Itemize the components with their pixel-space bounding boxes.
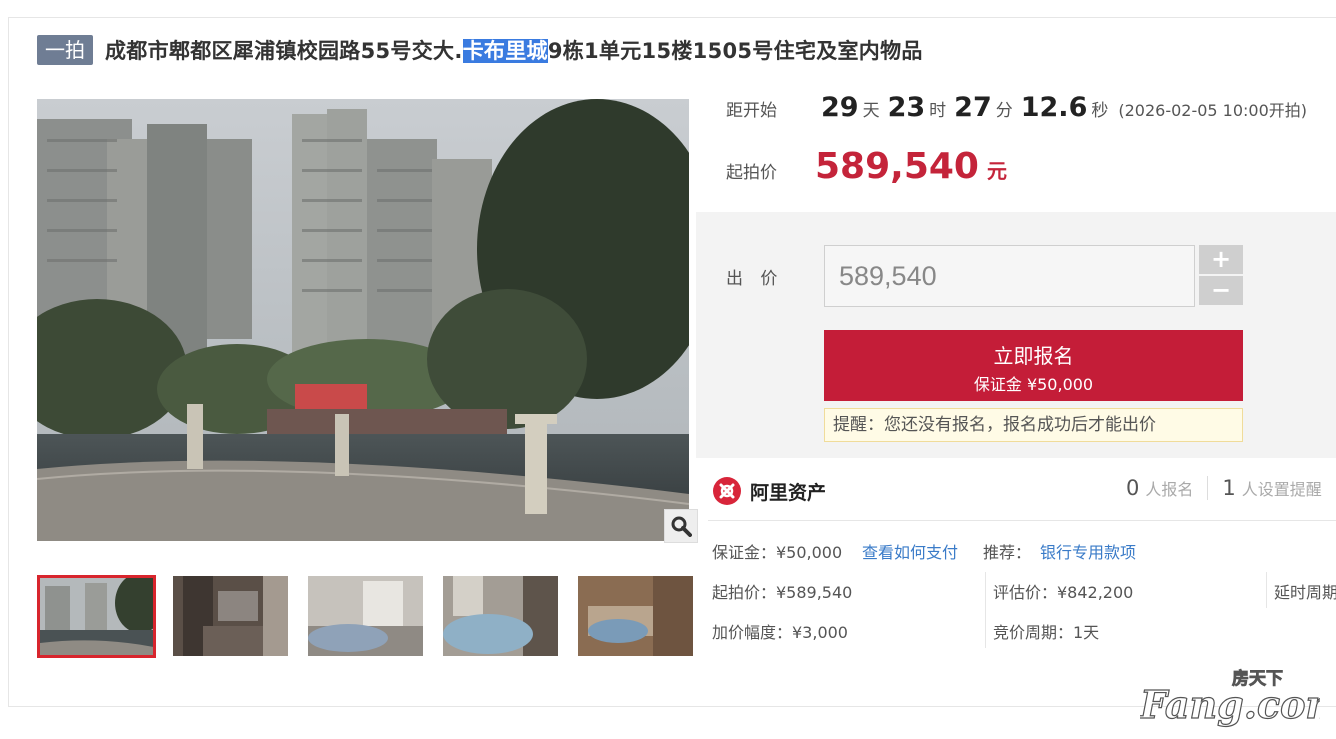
fang-watermark: 房天下 Fang.com [1138, 664, 1336, 732]
signup-count: 0 [1126, 476, 1140, 500]
thumbnail-3[interactable] [308, 576, 423, 656]
countdown-minutes-unit: 分 [995, 101, 1013, 121]
thumbnail-strip [37, 575, 713, 658]
bid-panel: 出 价 589,540 + − 立即报名 保证金 ¥50,000 提醒：您还没有… [696, 212, 1336, 458]
main-photo[interactable] [37, 99, 689, 541]
thumbnail-image [173, 576, 288, 656]
divider [1266, 572, 1267, 608]
countdown-days: 29 [821, 92, 859, 123]
title-row: 一拍 成都市郫都区犀浦镇校园路55号交大.卡布里城9栋1单元15楼1505号住宅… [37, 33, 923, 67]
magnifier-icon [671, 516, 692, 537]
countdown: 距开始 29 天 23 时 27 分 12.6 秒 (2026-02-05 10… [726, 92, 1307, 123]
thumbnail-4[interactable] [443, 576, 558, 656]
countdown-label: 距开始 [726, 101, 777, 121]
brand-name: 阿里资产 [750, 481, 827, 504]
start-price-value: 589,540 [815, 146, 979, 187]
ali-assets-logo-icon [713, 477, 741, 505]
thumbnail-image [578, 576, 693, 656]
start-price: 起拍价 589,540 元 [726, 146, 1007, 187]
start-price-info: 起拍价：¥589,540 [712, 583, 853, 602]
countdown-minutes: 27 [954, 92, 992, 123]
title-suffix: 9栋1单元15楼1505号住宅及室内物品 [547, 39, 923, 63]
signup-label: 立即报名 [993, 344, 1074, 368]
signup-reminder: 提醒：您还没有报名，报名成功后才能出价 [824, 408, 1243, 442]
thumbnail-2[interactable] [173, 576, 288, 656]
participation-counts: 0 人报名 1 人设置提醒 [1126, 476, 1322, 500]
countdown-seconds-unit: 秒 [1091, 101, 1109, 121]
title-prefix: 成都市郫都区犀浦镇校园路55号交大. [105, 39, 463, 63]
start-price-unit: 元 [986, 159, 1007, 183]
increase-bid-button[interactable]: + [1199, 245, 1243, 274]
countdown-seconds: 12.6 [1020, 92, 1088, 123]
divider [1207, 476, 1209, 500]
divider [985, 572, 986, 648]
title-highlight: 卡布里城 [462, 39, 548, 63]
countdown-days-unit: 天 [862, 101, 880, 121]
cycle-info: 竞价周期：1天 [993, 623, 1100, 642]
signup-button[interactable]: 立即报名 保证金 ¥50,000 [824, 330, 1243, 401]
how-to-pay-link[interactable]: 查看如何支付 [862, 539, 958, 563]
countdown-hours-unit: 时 [929, 101, 947, 121]
decrease-bid-button[interactable]: − [1199, 276, 1243, 305]
fang-logo-icon: 房天下 Fang.com [1138, 668, 1336, 728]
divider [708, 520, 1336, 521]
watermark-main-text: Fang.com [1140, 682, 1320, 727]
thumbnail-1[interactable] [37, 575, 156, 658]
start-time-note: (2026-02-05 10:00开拍) [1118, 101, 1308, 120]
reminder-count-label: 人设置提醒 [1241, 480, 1322, 499]
page-title: 成都市郫都区犀浦镇校园路55号交大.卡布里城9栋1单元15楼1505号住宅及室内… [105, 35, 923, 65]
bid-amount-input[interactable]: 589,540 [824, 245, 1195, 307]
auction-round-tag: 一拍 [37, 35, 93, 65]
start-price-label: 起拍价 [726, 163, 777, 183]
zoom-button[interactable] [664, 509, 698, 543]
thumbnail-5[interactable] [578, 576, 693, 656]
recommend-label: 推荐： [983, 543, 1032, 562]
main-photo-image [37, 99, 689, 541]
thumbnail-image [443, 576, 558, 656]
increment-info: 加价幅度：¥3,000 [712, 623, 848, 642]
deposit-label: 保证金 ¥50,000 [973, 375, 1094, 394]
appraisal-info: 评估价：¥842,200 [993, 583, 1134, 602]
brand: 阿里资产 [712, 476, 826, 506]
thumbnail-image [308, 576, 423, 656]
countdown-hours: 23 [887, 92, 926, 123]
bid-label: 出 价 [726, 269, 784, 289]
reminder-count: 1 [1222, 476, 1236, 500]
bank-funds-link[interactable]: 银行专用款项 [1040, 539, 1136, 563]
delay-info: 延时周期 [1274, 583, 1336, 602]
signup-count-label: 人报名 [1145, 480, 1194, 499]
deposit-info: 保证金：¥50,000 [712, 543, 843, 562]
thumbnail-image [40, 578, 153, 655]
